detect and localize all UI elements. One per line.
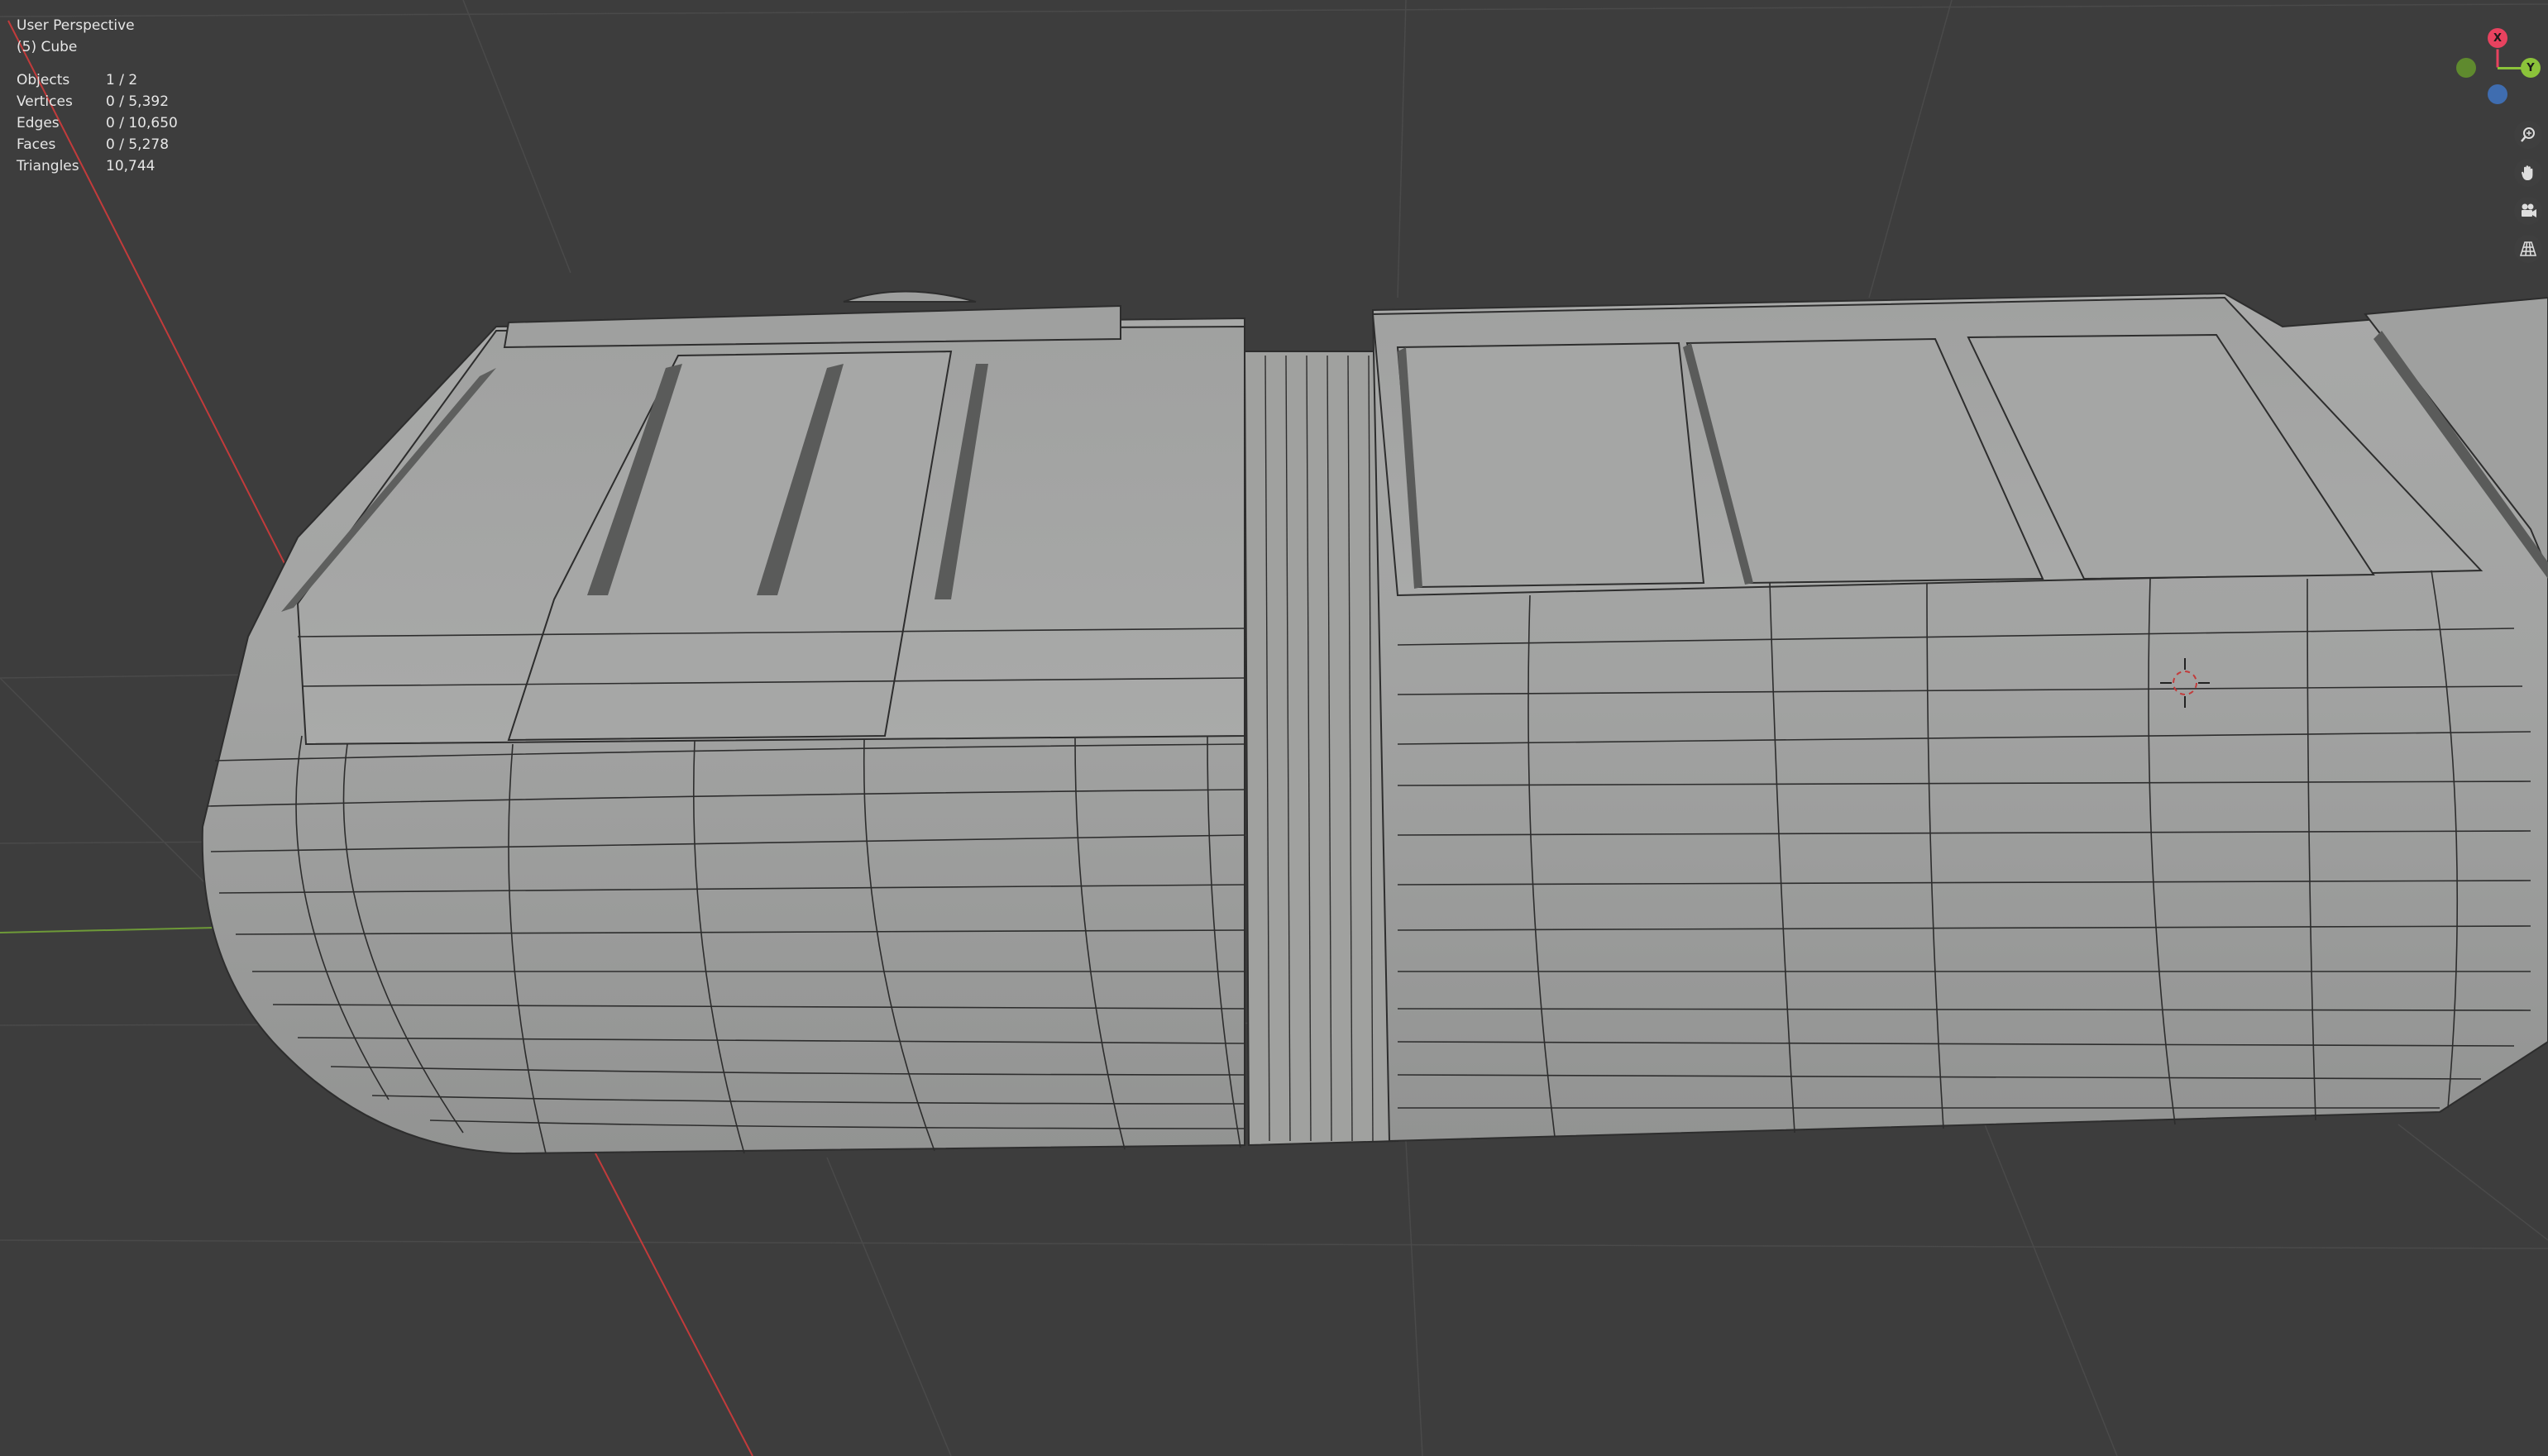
x-axis-stem (2496, 49, 2499, 68)
stat-label-edges: Edges (17, 115, 60, 131)
mesh-connector (1243, 351, 1399, 1147)
camera-icon[interactable] (2514, 197, 2542, 225)
stat-label-triangles: Triangles (17, 158, 79, 174)
x-axis-line-lower (595, 1153, 753, 1456)
y-axis-line (0, 927, 216, 933)
scene-statistics: Objects 1 / 2 Vertices 0 / 5,392 Edges 0… (17, 69, 178, 177)
y-axis-stem (2498, 67, 2522, 69)
mesh-left-segment (201, 290, 1245, 1155)
stat-value-faces: 0 / 5,278 (106, 136, 170, 153)
viewport-info-overlay: User Perspective (5) Cube Objects 1 / 2 … (17, 15, 178, 177)
navigation-gizmo[interactable]: X Y (2440, 25, 2541, 116)
neg-y-axis-handle[interactable] (2456, 58, 2476, 78)
scene-canvas[interactable] (0, 0, 2548, 1456)
zoom-icon[interactable] (2514, 121, 2542, 149)
stat-value-triangles: 10,744 (106, 158, 155, 174)
view-label: User Perspective (17, 17, 135, 34)
3d-viewport[interactable]: User Perspective (5) Cube Objects 1 / 2 … (0, 0, 2548, 1456)
active-object-label: (5) Cube (17, 39, 78, 55)
z-axis-handle[interactable] (2488, 84, 2507, 104)
stat-value-objects: 1 / 2 (106, 72, 138, 88)
stat-value-edges: 0 / 10,650 (106, 115, 178, 131)
mesh-right-segment (1371, 292, 2548, 1143)
y-axis-handle[interactable]: Y (2521, 58, 2541, 78)
x-axis-handle[interactable]: X (2488, 28, 2507, 48)
stat-label-faces: Faces (17, 136, 56, 153)
stat-label-vertices: Vertices (17, 93, 73, 110)
viewport-navigation-tools (2514, 121, 2542, 273)
stat-value-vertices: 0 / 5,392 (106, 93, 170, 110)
pan-hand-icon[interactable] (2514, 159, 2542, 187)
stat-label-objects: Objects (17, 72, 70, 88)
grid-perspective-icon[interactable] (2514, 235, 2542, 263)
